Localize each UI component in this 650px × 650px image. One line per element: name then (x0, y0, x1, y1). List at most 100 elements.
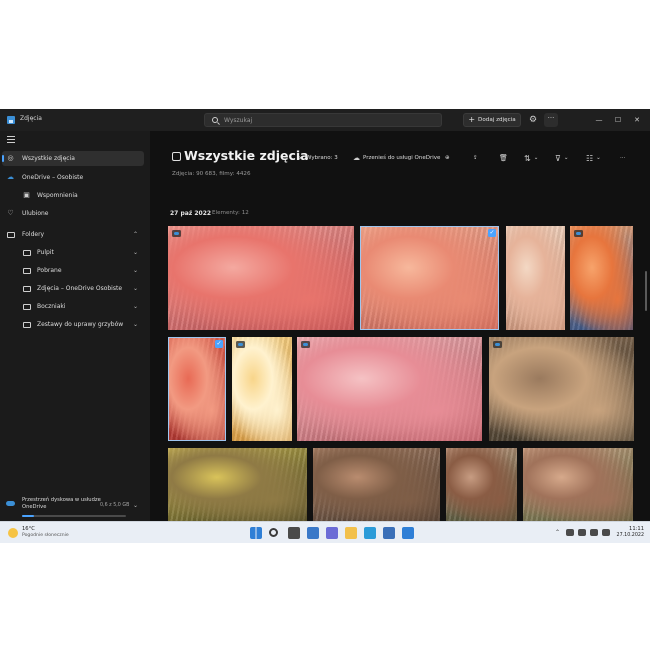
onedrive-storage[interactable]: Przestrzeń dyskowa w usłudze OneDrive 0,… (0, 493, 150, 523)
plus-icon: + (468, 115, 476, 124)
sidebar-item-memories[interactable]: ▣ Wspomnienia (2, 188, 144, 203)
battery-icon[interactable] (602, 529, 610, 536)
more-options-icon[interactable]: ··· (620, 152, 625, 164)
photo-yellow-stems-moss[interactable] (168, 448, 307, 521)
selected-checkbox-icon[interactable]: ✓ (215, 340, 223, 348)
chevron-up-icon[interactable]: ⌃ (133, 231, 138, 238)
main-content: Wszystkie zdjęcia Zdjęcia: 90 683, filmy… (150, 131, 650, 521)
scrollbar-thumb[interactable] (645, 271, 647, 311)
clock-time: 11:11 (629, 526, 644, 532)
date-group-heading: 27 paź 2022 (170, 210, 212, 217)
chevron-down-icon[interactable]: ⌄ (133, 285, 138, 292)
photos-app-screen: Zdjęcia Wyszukaj + Dodaj zdjęcia ⚙ ··· —… (0, 109, 650, 543)
photo-orange-oyster-blue[interactable] (570, 226, 633, 330)
widgets-icon[interactable] (307, 527, 319, 539)
chevron-down-icon[interactable]: ⌄ (133, 321, 138, 328)
photo-beige-oyster-stack[interactable] (506, 226, 565, 330)
sidebar-item-boczniaki[interactable]: Boczniaki ⌄ (2, 299, 144, 314)
onedrive-badge-icon (172, 230, 181, 237)
photo-woman-smelling-mushroom[interactable] (523, 448, 633, 521)
sidebar-item-label: Zestawy do uprawy grzybów (37, 321, 124, 328)
sidebar-item-folders[interactable]: Foldery ⌃ (2, 227, 144, 242)
chevron-down-icon[interactable]: ⌄ (133, 267, 138, 274)
cloud-tray-icon[interactable] (566, 529, 574, 536)
sidebar-item-favorites[interactable]: ♡ Ulubione (2, 206, 144, 221)
chevron-down-icon[interactable]: ⌄ (133, 502, 138, 509)
filter-icon: ⊽ (555, 153, 561, 163)
folder-icon (23, 286, 31, 292)
taskbar-search-icon[interactable] (269, 528, 278, 537)
sidebar-item-label: OneDrive – Osobiste (22, 174, 84, 181)
close-button[interactable]: ✕ (630, 114, 644, 126)
share-icon[interactable]: ⇪ (473, 152, 478, 164)
folder-icon (23, 250, 31, 256)
search-placeholder: Wyszukaj (224, 117, 253, 124)
clock-date: 27.10.2022 (616, 533, 644, 538)
storage-size: 0,6 z 5,0 GB (100, 503, 130, 508)
photo-pink-oyster-mound[interactable] (297, 337, 482, 441)
cloud-upload-icon: ☁ (353, 154, 360, 162)
chevron-down-icon[interactable]: ⌄ (133, 249, 138, 256)
sidebar-item-desktop[interactable]: Pulpit ⌄ (2, 245, 144, 260)
sidebar-item-label: Pobrane (37, 267, 62, 274)
sort-icon: ⇅ (524, 153, 531, 163)
move-to-onedrive-button[interactable]: ☁ Przenieś do usługi OneDrive (353, 152, 440, 164)
chevron-down-icon[interactable]: ⌄ (133, 303, 138, 310)
sidebar-item-label: Boczniaki (37, 303, 66, 310)
sidebar-item-all-photos[interactable]: ◎ Wszystkie zdjęcia (2, 151, 144, 166)
deselect-button[interactable]: ✕ Wybrano: 3 (298, 152, 338, 164)
filter-button[interactable]: ⊽ ⌄ (555, 152, 568, 164)
add-photos-button[interactable]: + Dodaj zdjęcia (463, 113, 521, 127)
cloud-icon: ☁ (7, 173, 14, 181)
photo-peach-gills-closeup[interactable]: ✓ (360, 226, 499, 330)
heart-icon: ♡ (7, 209, 14, 217)
photos-icon (172, 152, 181, 161)
photos-app-icon[interactable] (402, 527, 414, 539)
sun-weather-icon[interactable] (8, 528, 18, 538)
photo-pink-oyster-cluster[interactable] (168, 226, 354, 330)
task-view-icon[interactable] (288, 527, 300, 539)
folder-icon (7, 232, 15, 238)
search-box[interactable]: Wyszukaj (204, 113, 442, 127)
sidebar: ◎ Wszystkie zdjęcia ☁ OneDrive – Osobist… (0, 131, 150, 521)
onedrive-cloud-icon (6, 501, 15, 506)
folder-icon (23, 304, 31, 310)
file-explorer-icon[interactable] (345, 527, 357, 539)
photo-red-gills[interactable]: ✓ (168, 337, 226, 441)
sidebar-item-onedrive-photos[interactable]: Zdjęcia – OneDrive Osobiste ⌄ (2, 281, 144, 296)
onedrive-badge-icon (574, 230, 583, 237)
volume-icon[interactable] (590, 529, 598, 536)
minimize-button[interactable]: — (592, 114, 606, 126)
photo-woman-holding-mushroom[interactable] (446, 448, 517, 521)
hamburger-menu-icon[interactable] (7, 136, 15, 143)
onedrive-badge-icon (493, 341, 502, 348)
view-layout-icon: ☷ (586, 153, 594, 163)
chat-icon[interactable] (326, 527, 338, 539)
settings-gear-icon[interactable]: ⚙ (527, 114, 539, 126)
photo-large-brown-caps[interactable] (313, 448, 440, 521)
zoom-icon[interactable]: ⊕ (445, 152, 450, 164)
edge-icon[interactable] (364, 527, 376, 539)
weather-temperature: 16°C (22, 526, 35, 532)
photo-brown-caps-forest[interactable] (489, 337, 634, 441)
photo-golden-oyster[interactable] (232, 337, 292, 441)
view-button[interactable]: ☷ ⌄ (586, 152, 601, 164)
maximize-button[interactable]: ☐ (611, 114, 625, 126)
wifi-icon[interactable] (578, 529, 586, 536)
sort-button[interactable]: ⇅ ⌄ (524, 152, 538, 164)
sidebar-item-onedrive[interactable]: ☁ OneDrive – Osobiste (2, 170, 144, 185)
tray-overflow-chevron-icon[interactable]: ⌃ (555, 529, 560, 536)
onedrive-badge-icon (236, 341, 245, 348)
store-icon[interactable] (383, 527, 395, 539)
more-options-button[interactable]: ··· (544, 113, 558, 127)
page-title: Wszystkie zdjęcia (184, 148, 309, 163)
windows-start-icon[interactable] (250, 527, 262, 539)
storage-progress-bar (22, 515, 126, 517)
sidebar-item-label: Wszystkie zdjęcia (22, 155, 75, 162)
app-title: Zdjęcia (20, 115, 42, 122)
delete-icon[interactable]: 🗑 (499, 152, 508, 164)
sidebar-item-grow-kits[interactable]: Zestawy do uprawy grzybów ⌄ (2, 317, 144, 332)
selected-checkbox-icon[interactable]: ✓ (488, 229, 496, 237)
sidebar-item-downloads[interactable]: Pobrane ⌄ (2, 263, 144, 278)
chevron-down-icon: ⌄ (596, 155, 601, 161)
